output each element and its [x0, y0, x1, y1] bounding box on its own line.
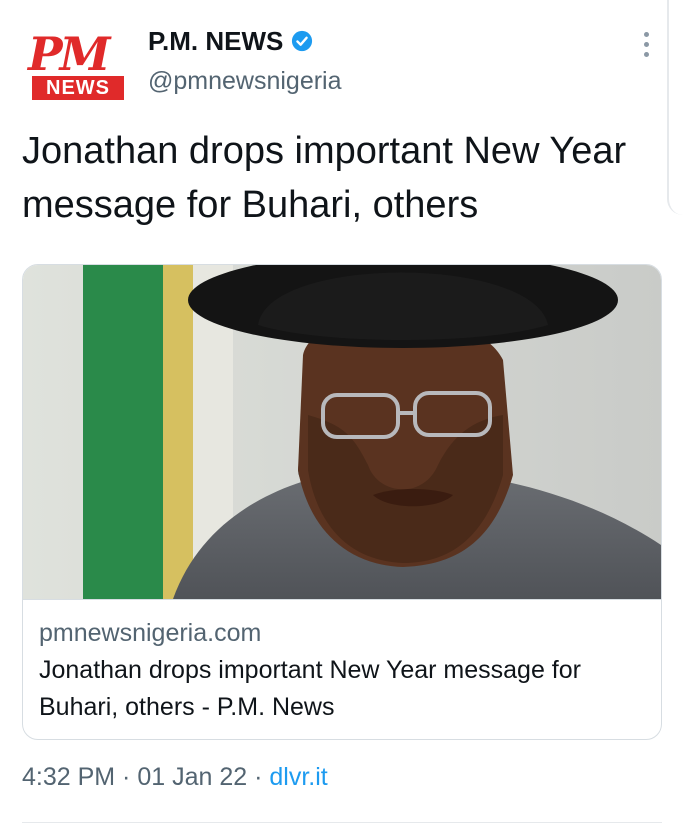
link-card-title: Jonathan drops important New Year messag… [39, 656, 581, 721]
link-card[interactable]: pmnewsnigeria.com Jonathan drops importa… [22, 264, 662, 740]
tweet-source-link[interactable]: dlvr.it [269, 763, 327, 791]
meta-separator: · [247, 763, 270, 791]
avatar[interactable]: PM NEWS [28, 27, 126, 102]
link-card-body[interactable]: pmnewsnigeria.com Jonathan drops importa… [23, 599, 661, 739]
meta-separator: · [115, 763, 138, 791]
display-name-row[interactable]: P.M. NEWS [148, 24, 313, 58]
account-handle[interactable]: @pmnewsnigeria [148, 66, 342, 96]
tweet-meta: 4:32 PM · 01 Jan 22 · dlvr.it [22, 760, 328, 794]
link-card-image[interactable] [23, 265, 661, 599]
article-photo [23, 265, 661, 599]
divider [22, 822, 662, 823]
tweet-date[interactable]: 01 Jan 22 [137, 763, 247, 791]
adjacent-panel-edge [667, 0, 683, 215]
link-card-domain: pmnewsnigeria.com [39, 619, 262, 647]
display-name[interactable]: P.M. NEWS [148, 24, 283, 58]
avatar-logo-pm: PM [28, 27, 111, 81]
tweet-header: PM NEWS P.M. NEWS @pmnewsnigeria [24, 18, 664, 108]
verified-badge-icon [292, 30, 313, 52]
tweet-text: Jonathan drops important New Year messag… [22, 130, 627, 226]
more-options-icon[interactable] [632, 24, 660, 64]
avatar-logo-news: NEWS [32, 76, 124, 100]
tweet-time[interactable]: 4:32 PM [22, 763, 115, 791]
